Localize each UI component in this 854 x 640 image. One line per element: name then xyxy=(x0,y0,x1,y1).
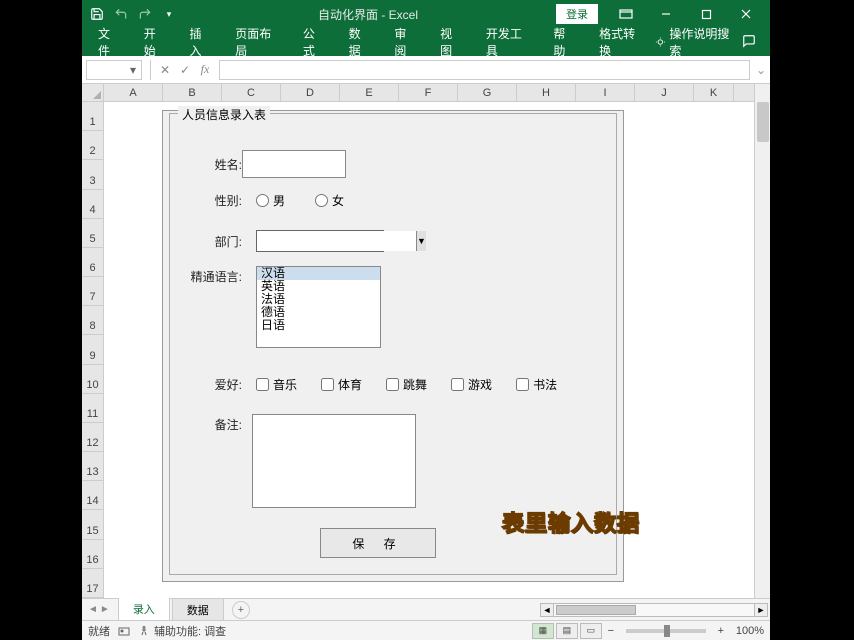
tell-me-search[interactable]: 操作说明搜索 xyxy=(655,25,734,59)
tab-nav-prev-icon[interactable]: ◄ xyxy=(88,604,98,615)
row-header[interactable]: 7 xyxy=(82,277,103,306)
maximize-icon[interactable] xyxy=(686,0,726,28)
gender-label: 性别: xyxy=(170,192,242,209)
hobby-music-check[interactable]: 音乐 xyxy=(256,376,297,393)
tell-me-label: 操作说明搜索 xyxy=(669,25,734,59)
worksheet-area[interactable]: 人员信息录入表 姓名: 性别: 男 女 xyxy=(104,102,754,598)
add-sheet-button[interactable]: + xyxy=(232,601,250,619)
page-break-view-icon[interactable]: ▭ xyxy=(580,623,602,639)
gender-female-radio[interactable]: 女 xyxy=(315,192,344,209)
col-header[interactable]: D xyxy=(281,84,340,101)
page-layout-view-icon[interactable]: ▤ xyxy=(556,623,578,639)
row-header[interactable]: 14 xyxy=(82,481,103,510)
cancel-formula-icon[interactable]: ✕ xyxy=(155,60,175,80)
macro-record-icon[interactable] xyxy=(118,625,130,637)
status-bar: 就绪 辅助功能: 调查 ▦ ▤ ▭ − + 100% xyxy=(82,620,770,640)
sheet-tabs-bar: ◄ ► 录入 数据 + ◄ ► xyxy=(82,598,770,620)
language-listbox[interactable]: 汉语 英语 法语 德语 日语 xyxy=(256,266,381,348)
zoom-slider[interactable] xyxy=(626,629,706,633)
dept-combobox[interactable]: ▼ xyxy=(256,230,384,252)
row-header[interactable]: 13 xyxy=(82,452,103,481)
zoom-level[interactable]: 100% xyxy=(736,625,764,637)
hscroll-right-icon[interactable]: ► xyxy=(754,603,768,617)
row-header[interactable]: 10 xyxy=(82,365,103,394)
chevron-down-icon[interactable]: ▼ xyxy=(416,231,426,251)
col-header[interactable]: K xyxy=(694,84,734,101)
hobby-game-check[interactable]: 游戏 xyxy=(451,376,492,393)
tab-nav-next-icon[interactable]: ► xyxy=(100,604,110,615)
formula-bar: ▾ ✕ ✓ fx ⌄ xyxy=(82,56,770,84)
row-header[interactable]: 11 xyxy=(82,394,103,423)
col-header[interactable]: E xyxy=(340,84,399,101)
hscroll-left-icon[interactable]: ◄ xyxy=(540,603,554,617)
accessibility-icon[interactable]: 辅助功能: 调查 xyxy=(138,623,226,639)
close-icon[interactable] xyxy=(726,0,766,28)
row-header[interactable]: 3 xyxy=(82,160,103,189)
col-header[interactable]: F xyxy=(399,84,458,101)
sheet-tab-data[interactable]: 数据 xyxy=(172,598,224,621)
dept-label: 部门: xyxy=(170,233,242,250)
row-header[interactable]: 8 xyxy=(82,306,103,335)
row-header[interactable]: 9 xyxy=(82,335,103,364)
hobby-sport-check[interactable]: 体育 xyxy=(321,376,362,393)
row-header[interactable]: 2 xyxy=(82,131,103,160)
language-label: 精通语言: xyxy=(170,266,242,285)
select-all-corner[interactable] xyxy=(82,84,103,102)
hobby-dance-check[interactable]: 跳舞 xyxy=(386,376,427,393)
save-button[interactable]: 保 存 xyxy=(320,528,436,558)
list-item[interactable]: 日语 xyxy=(257,319,380,332)
ribbon-tabs: 文件 开始 插入 页面布局 公式 数据 审阅 视图 开发工具 帮助 格式转换 操… xyxy=(82,28,770,56)
row-header[interactable]: 1 xyxy=(82,102,103,131)
enter-formula-icon[interactable]: ✓ xyxy=(175,60,195,80)
zoom-in-button[interactable]: + xyxy=(714,625,728,637)
name-box[interactable]: ▾ xyxy=(86,60,142,80)
remark-label: 备注: xyxy=(170,414,242,433)
row-header[interactable]: 16 xyxy=(82,540,103,569)
name-label: 姓名: xyxy=(170,156,242,173)
normal-view-icon[interactable]: ▦ xyxy=(532,623,554,639)
hobby-calligraphy-check[interactable]: 书法 xyxy=(516,376,557,393)
row-header[interactable]: 6 xyxy=(82,248,103,277)
formula-input[interactable] xyxy=(219,60,750,80)
sheet-tab-entry[interactable]: 录入 xyxy=(118,597,170,622)
hobby-label: 爱好: xyxy=(170,376,242,393)
fx-icon[interactable]: fx xyxy=(195,60,215,80)
row-header[interactable]: 15 xyxy=(82,510,103,539)
col-header[interactable]: A xyxy=(104,84,163,101)
remark-textarea[interactable] xyxy=(252,414,416,508)
dept-combo-input[interactable] xyxy=(257,231,416,251)
col-header[interactable]: G xyxy=(458,84,517,101)
row-header[interactable]: 17 xyxy=(82,569,103,598)
comments-icon[interactable] xyxy=(740,34,758,51)
form-group-title: 人员信息录入表 xyxy=(178,106,270,123)
gender-male-radio[interactable]: 男 xyxy=(256,192,285,209)
zoom-out-button[interactable]: − xyxy=(604,625,618,637)
vertical-scrollbar[interactable] xyxy=(754,84,770,598)
scroll-thumb[interactable] xyxy=(757,102,769,142)
scroll-thumb[interactable] xyxy=(556,605,636,615)
status-ready: 就绪 xyxy=(88,623,110,639)
name-box-dropdown-icon[interactable]: ▾ xyxy=(127,63,139,77)
row-header[interactable]: 12 xyxy=(82,423,103,452)
col-header[interactable]: B xyxy=(163,84,222,101)
row-header[interactable]: 5 xyxy=(82,219,103,248)
horizontal-scrollbar[interactable]: ◄ ► xyxy=(540,603,770,617)
col-header[interactable]: J xyxy=(635,84,694,101)
col-header[interactable]: I xyxy=(576,84,635,101)
row-header[interactable]: 4 xyxy=(82,190,103,219)
name-input[interactable] xyxy=(242,150,346,178)
overlay-caption: 表里输入数据 xyxy=(502,506,640,538)
col-header[interactable]: C xyxy=(222,84,281,101)
col-header[interactable]: H xyxy=(517,84,576,101)
formula-expand-icon[interactable]: ⌄ xyxy=(754,63,768,77)
